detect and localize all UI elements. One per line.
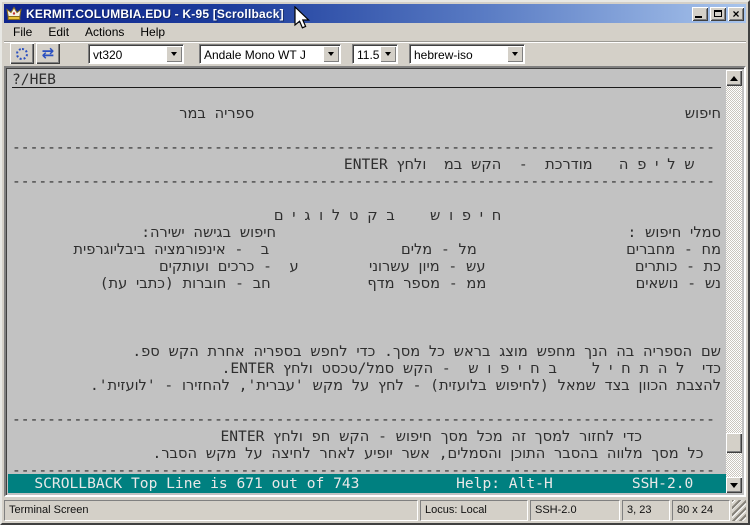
terminal-type-value: vt320 <box>89 45 166 63</box>
close-icon: × <box>732 9 739 19</box>
status-panel-protocol: SSH-2.0 <box>530 500 620 521</box>
maximize-icon <box>714 10 722 17</box>
chevron-down-icon <box>385 52 391 56</box>
terminal-row: כת - כותרים עש - מיון עשרוני ע - כרכים ו… <box>12 258 721 275</box>
menu-file[interactable]: File <box>5 23 40 42</box>
charset-select[interactable]: hebrew-iso <box>409 44 525 64</box>
maximize-button[interactable] <box>710 7 726 21</box>
font-size-select[interactable]: 11.5 <box>352 44 398 64</box>
font-select[interactable]: Andale Mono WT J <box>199 44 341 64</box>
menubar: File Edit Actions Help <box>4 23 746 42</box>
scroll-up-button[interactable] <box>726 70 742 86</box>
titlebar[interactable]: KERMIT.COLUMBIA.EDU - K-95 [Scrollback] … <box>4 4 746 23</box>
close-button[interactable]: × <box>728 7 744 21</box>
kermit-window: KERMIT.COLUMBIA.EDU - K-95 [Scrollback] … <box>0 0 750 525</box>
terminal-row: כל מסך מלווה בהסבר התוכן והסמלים, אשר יו… <box>12 445 721 462</box>
terminal-row <box>12 292 721 309</box>
terminal-row: ----------------------------------------… <box>12 411 721 428</box>
terminal-row <box>12 394 721 411</box>
terminal-row: סמלי חיפוש : חיפוש בגישה ישירה: <box>12 224 721 241</box>
chevron-down-icon <box>171 52 177 56</box>
font-value: Andale Mono WT J <box>200 45 323 63</box>
vertical-scrollbar[interactable] <box>726 70 742 493</box>
terminal-row: להצבת הכוון בצד שמאל (לחיפוש בלועזית) - … <box>12 377 721 394</box>
terminal-row: כדי לחזור למסך זה מכל מסך חיפוש - הקש חפ… <box>12 428 721 445</box>
terminal-type-dropdown-button[interactable] <box>166 46 182 62</box>
terminal-row: שם הספריה בה הנך מחפש מוצג בראש כל מסך. … <box>12 343 721 360</box>
terminal-row: ?/HEB <box>12 71 721 88</box>
charset-dropdown-button[interactable] <box>507 46 523 62</box>
chevron-down-icon <box>512 52 518 56</box>
terminal-row <box>12 88 721 105</box>
terminal-text-area: ?/HEB חיפוש ספריה במר ------------------… <box>8 70 726 474</box>
terminal-row: מח - מחברים מל - מלים ב - אינפורמציה ביב… <box>12 241 721 258</box>
scrollbar-thumb[interactable] <box>726 433 742 453</box>
swap-arrows-icon: ⇄ <box>42 46 55 61</box>
menu-help[interactable]: Help <box>132 23 173 42</box>
status-panel-cursor-position: 3, 23 <box>622 500 670 521</box>
status-panel-mode: Terminal Screen <box>4 500 418 521</box>
crown-icon <box>6 6 22 21</box>
menu-actions[interactable]: Actions <box>77 23 132 42</box>
terminal-row: כדי ל ה ת ח י ל ב ח י פ ו ש - הקש סמל/טכ… <box>12 360 721 377</box>
status-panel-screen-size: 80 x 24 <box>672 500 730 521</box>
minimize-icon <box>695 16 702 18</box>
terminal-row <box>12 190 721 207</box>
font-size-dropdown-button[interactable] <box>380 46 396 62</box>
dial-button[interactable] <box>10 43 34 64</box>
terminal-row: חיפוש ספריה במר <box>12 105 721 122</box>
resize-grip[interactable] <box>732 500 746 521</box>
font-dropdown-button[interactable] <box>323 46 339 62</box>
scrollback-status-line: SCROLLBACK Top Line is 671 out of 743 He… <box>8 474 726 493</box>
terminal-row <box>12 309 721 326</box>
terminal-row: ----------------------------------------… <box>12 139 721 156</box>
dial-icon <box>16 48 28 60</box>
arrow-up-icon <box>730 76 738 81</box>
terminal-screen[interactable]: ?/HEB חיפוש ספריה במר ------------------… <box>4 66 746 497</box>
terminal-row <box>12 326 721 343</box>
charset-value: hebrew-iso <box>410 45 507 63</box>
terminal-row: ש ל י פ ה מודרכת - הקש במ ולחץ ENTER <box>12 156 721 173</box>
terminal-row: ח י פ ו ש ב ק ט ל ו ג י ם <box>12 207 721 224</box>
status-panel-locus: Locus: Local <box>420 500 528 521</box>
window-title: KERMIT.COLUMBIA.EDU - K-95 [Scrollback] <box>26 7 692 21</box>
minimize-button[interactable] <box>692 7 708 21</box>
terminal-row: נש - נושאים ממ - מספר מדף חב - חוברות (כ… <box>12 275 721 292</box>
scroll-down-button[interactable] <box>726 477 742 493</box>
terminal-type-select[interactable]: vt320 <box>88 44 184 64</box>
terminal-row: ----------------------------------------… <box>12 462 721 474</box>
window-controls: × <box>692 7 744 21</box>
swap-direction-button[interactable]: ⇄ <box>36 43 60 64</box>
menu-edit[interactable]: Edit <box>40 23 77 42</box>
statusbar: Terminal Screen Locus: Local SSH-2.0 3, … <box>4 499 746 521</box>
font-size-value: 11.5 <box>353 45 380 63</box>
terminal-row: ----------------------------------------… <box>12 173 721 190</box>
chevron-down-icon <box>328 52 334 56</box>
terminal-row <box>12 122 721 139</box>
arrow-down-icon <box>730 483 738 488</box>
toolbar: ⇄ vt320 Andale Mono WT J 11.5 hebrew-iso <box>4 42 746 66</box>
